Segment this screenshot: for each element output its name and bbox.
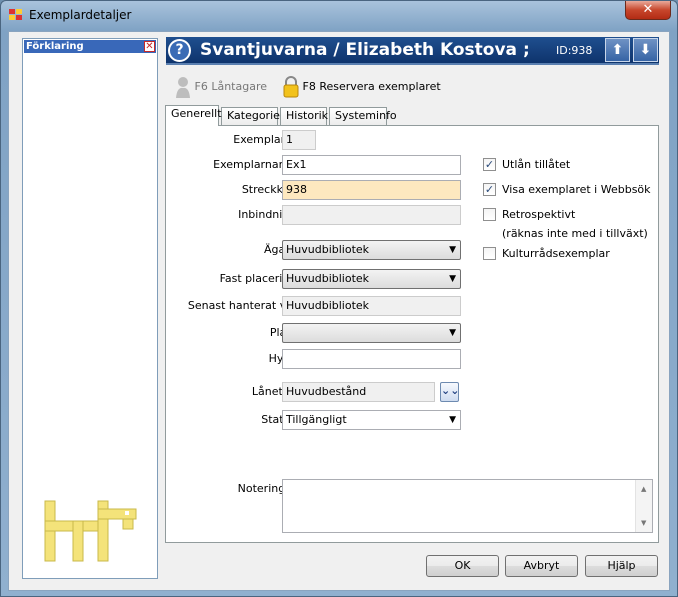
noteringar-scrollbar[interactable]: ▲ ▼ xyxy=(635,480,652,532)
lanetyp-expand-icon[interactable]: ⌄⌄ xyxy=(440,382,459,402)
tab-systeminfo[interactable]: Systeminfo xyxy=(329,107,397,125)
reserve-button[interactable]: F8 Reservera exemplaret xyxy=(283,76,441,98)
inbindning-field xyxy=(282,205,461,225)
webbsok-label: Visa exemplaret i Webbsök xyxy=(502,183,651,196)
cancel-button[interactable]: Avbryt xyxy=(505,555,578,577)
hylla-input[interactable] xyxy=(282,349,461,369)
plats-select[interactable]: ▼ xyxy=(282,323,461,343)
retrospektivt-label: Retrospektivt xyxy=(502,208,576,221)
dropdown-icon: ▼ xyxy=(449,245,456,255)
streckkod-input[interactable]: 938 xyxy=(282,180,461,200)
window: Exemplardetaljer ✕ Förklaring ✕ ? Svantj… xyxy=(0,0,678,597)
window-close-button[interactable]: ✕ xyxy=(625,1,671,20)
tab-historik[interactable]: Historik xyxy=(280,107,328,125)
tab-kategorier[interactable]: Kategorier xyxy=(221,107,284,125)
utlan-label: Utlån tillåtet xyxy=(502,158,571,171)
arrow-down-icon[interactable]: ⬇ xyxy=(633,38,658,62)
legend-panel-header: Förklaring ✕ xyxy=(24,40,156,53)
agare-value: Huvudbibliotek xyxy=(286,243,370,256)
scroll-down-icon[interactable]: ▼ xyxy=(641,519,646,527)
general-tab-panel: Exemplarnr: 1 Exemplarnamn: Ex1 Streckko… xyxy=(165,125,659,543)
status-select[interactable]: Tillgängligt ▼ xyxy=(282,410,461,430)
webbsok-checkbox[interactable]: ✓ xyxy=(483,183,496,196)
borrower-button[interactable]: F6 Låntagare xyxy=(175,76,267,98)
senast-hanterat-field: Huvudbibliotek xyxy=(282,296,461,316)
noteringar-textarea[interactable]: ▲ ▼ xyxy=(282,479,653,533)
window-title: Exemplardetaljer xyxy=(29,8,132,22)
legend-title: Förklaring xyxy=(26,41,84,52)
retrospektivt-checkbox[interactable] xyxy=(483,208,496,221)
borrower-label: F6 Låntagare xyxy=(194,80,268,93)
retrospektivt-note: (räknas inte med i tillväxt) xyxy=(502,227,648,240)
kulturrad-checkbox[interactable] xyxy=(483,247,496,260)
tab-generellt[interactable]: Generellt xyxy=(165,105,222,126)
exemplarnr-field: 1 xyxy=(282,130,316,150)
scroll-up-icon[interactable]: ▲ xyxy=(641,485,646,493)
help-icon[interactable]: ? xyxy=(168,39,191,62)
fast-placering-select[interactable]: Huvudbibliotek ▼ xyxy=(282,269,461,289)
help-button[interactable]: Hjälp xyxy=(585,555,658,577)
record-title: Svantjuvarna / Elizabeth Kostova ; xyxy=(200,40,530,60)
utlan-checkbox[interactable]: ✓ xyxy=(483,158,496,171)
lock-icon xyxy=(283,76,299,98)
record-id: ID:938 xyxy=(556,44,593,57)
status-value: Tillgängligt xyxy=(286,413,347,426)
client-area: Förklaring ✕ ? Svantjuvarna / Elizabeth … xyxy=(8,31,670,591)
dropdown-icon: ▼ xyxy=(449,328,456,338)
lanetyp-field: Huvudbestånd xyxy=(282,382,435,402)
library-logo xyxy=(44,500,137,562)
kulturrad-label: Kulturrådsexemplar xyxy=(502,247,610,260)
dropdown-icon: ▼ xyxy=(449,415,456,425)
app-icon xyxy=(9,9,23,21)
person-icon xyxy=(176,77,190,98)
fast-placering-value: Huvudbibliotek xyxy=(286,272,370,285)
exemplarnamn-input[interactable]: Ex1 xyxy=(282,155,461,175)
arrow-up-icon[interactable]: ⬆ xyxy=(605,38,630,62)
legend-panel: Förklaring ✕ xyxy=(22,38,158,579)
title-bar: Exemplardetaljer ✕ xyxy=(1,1,677,31)
reserve-label: F8 Reservera exemplaret xyxy=(302,80,441,93)
legend-close-icon[interactable]: ✕ xyxy=(144,41,155,52)
record-header: ? Svantjuvarna / Elizabeth Kostova ; ID:… xyxy=(166,37,659,65)
agare-select[interactable]: Huvudbibliotek ▼ xyxy=(282,240,461,260)
dropdown-icon: ▼ xyxy=(449,274,456,284)
ok-button[interactable]: OK xyxy=(426,555,499,577)
